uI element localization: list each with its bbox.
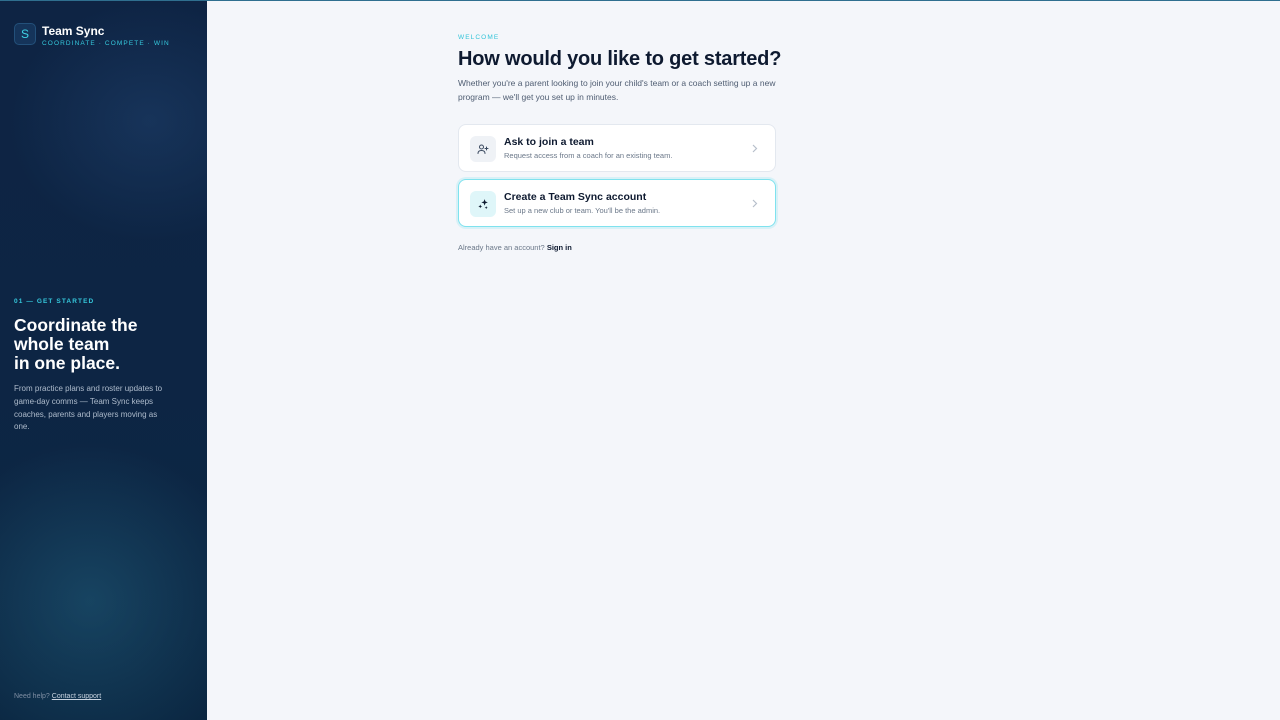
join-team-option[interactable]: Ask to join a team Request access from a… <box>458 124 776 172</box>
option-description: Request access from a coach for an exist… <box>504 151 673 160</box>
sidebar-description: From practice plans and roster updates t… <box>14 384 163 432</box>
option-title: Ask to join a team <box>504 136 594 148</box>
create-account-option[interactable]: Create a Team Sync account Set up a new … <box>458 179 776 227</box>
signin-prompt: Already have an account? Sign in <box>458 243 572 252</box>
main-panel <box>207 0 1280 720</box>
welcome-kicker: WELCOME <box>458 34 500 41</box>
sidebar-title-line: in one place. <box>14 353 120 373</box>
welcome-header: WELCOME How would you like to get starte… <box>458 34 782 104</box>
sidebar-title-line: Coordinate the <box>14 315 138 335</box>
brand-logo: S <box>14 23 36 45</box>
sidebar-title-line: whole team <box>14 334 110 354</box>
chevron-right-icon <box>749 141 761 155</box>
user-plus-icon <box>470 136 496 162</box>
contact-support-link[interactable]: Contact support <box>52 693 101 700</box>
chevron-right-icon <box>749 196 761 210</box>
help-footer: Need help? Contact support <box>14 693 101 700</box>
option-description: Set up a new club or team. You'll be the… <box>504 206 661 215</box>
option-title: Create a Team Sync account <box>504 191 647 203</box>
page-subtitle: Whether you're a parent looking to join … <box>458 78 776 102</box>
page-title: How would you like to get started? <box>458 48 782 70</box>
signin-text: Already have an account? <box>458 243 545 252</box>
sparkles-icon <box>470 191 496 217</box>
brand-tagline: COORDINATE · COMPETE · WIN <box>42 40 170 47</box>
sidebar: S Team Sync COORDINATE · COMPETE · WIN 0… <box>0 0 207 720</box>
sidebar-title: Coordinate the whole team in one place. <box>14 316 194 373</box>
brand-name: Team Sync <box>42 24 105 38</box>
help-prefix: Need help? <box>14 693 50 700</box>
brand: S Team Sync COORDINATE · COMPETE · WIN <box>14 23 170 47</box>
sign-in-link[interactable]: Sign in <box>547 243 572 252</box>
step-kicker: 01 — GET STARTED <box>14 298 95 305</box>
